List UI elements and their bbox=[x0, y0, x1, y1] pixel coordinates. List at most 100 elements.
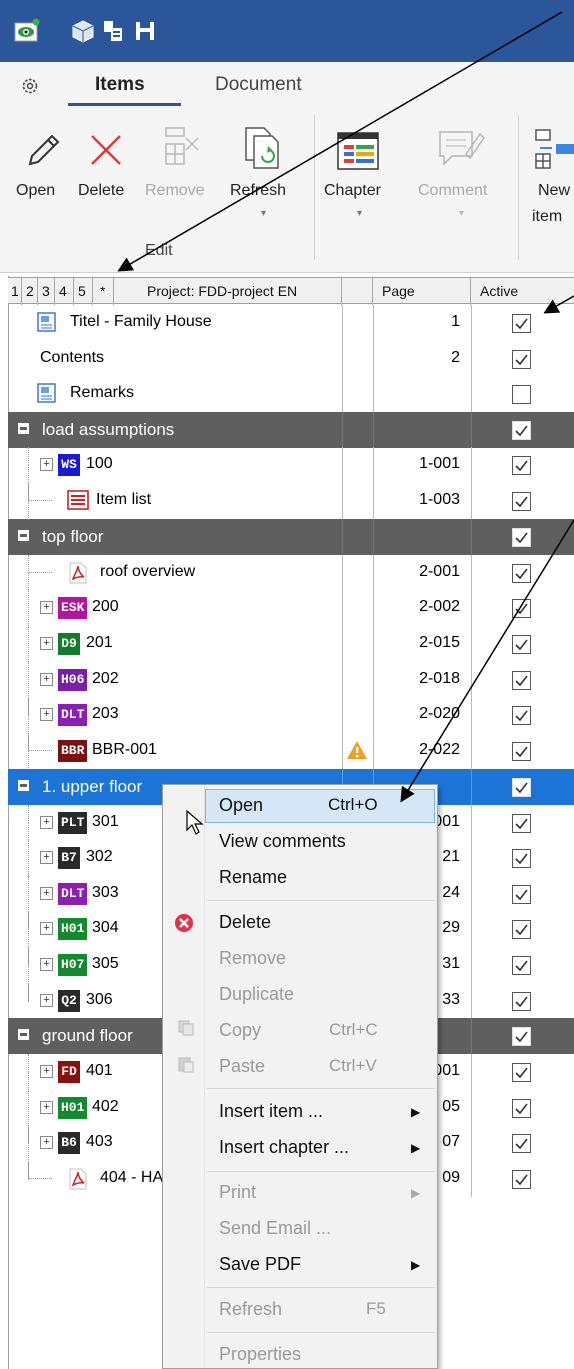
table-row[interactable]: Titel - Family House 1 bbox=[8, 305, 574, 341]
active-checkbox[interactable] bbox=[512, 671, 531, 690]
active-checkbox[interactable] bbox=[512, 421, 531, 440]
active-checkbox[interactable] bbox=[512, 742, 531, 761]
expand-icon[interactable]: + bbox=[40, 673, 53, 686]
menu-item-insert-chapter[interactable]: Insert chapter ... bbox=[219, 1137, 349, 1158]
active-checkbox[interactable] bbox=[512, 814, 531, 833]
tab-items[interactable]: Items bbox=[95, 74, 145, 96]
chapter-button[interactable]: Chapter bbox=[324, 178, 381, 204]
level-all-button[interactable]: * bbox=[93, 278, 114, 305]
active-checkbox[interactable] bbox=[512, 778, 531, 797]
table-row[interactable]: + H06 202 2-018 bbox=[8, 662, 574, 698]
open-button[interactable]: Open bbox=[16, 178, 55, 204]
comment-dropdown-icon[interactable]: ▾ bbox=[459, 208, 464, 219]
new-item-button-line2[interactable]: item bbox=[532, 204, 562, 230]
page-number: 1-001 bbox=[419, 455, 460, 472]
active-checkbox[interactable] bbox=[512, 920, 531, 939]
table-row[interactable]: Item list 1-003 bbox=[8, 483, 574, 519]
level-5-button[interactable]: 5 bbox=[74, 278, 93, 305]
chapter-row[interactable]: load assumptions bbox=[8, 412, 574, 448]
expand-icon[interactable]: + bbox=[40, 816, 53, 829]
active-checkbox[interactable] bbox=[512, 350, 531, 369]
menu-item-insert-item[interactable]: Insert item ... bbox=[219, 1101, 323, 1122]
menu-item-remove[interactable]: Remove bbox=[219, 948, 286, 969]
active-checkbox[interactable] bbox=[512, 706, 531, 725]
menu-item-paste[interactable]: Paste bbox=[219, 1056, 265, 1077]
active-checkbox[interactable] bbox=[512, 956, 531, 975]
app-eye-icon[interactable] bbox=[14, 18, 40, 44]
collapse-icon[interactable] bbox=[18, 530, 29, 541]
expand-icon[interactable]: + bbox=[40, 708, 53, 721]
active-checkbox[interactable] bbox=[512, 1134, 531, 1153]
menu-item-refresh[interactable]: Refresh bbox=[219, 1299, 282, 1320]
active-checkbox[interactable] bbox=[512, 385, 531, 404]
menu-item-save-pdf[interactable]: Save PDF bbox=[219, 1254, 301, 1275]
expand-icon[interactable]: + bbox=[40, 637, 53, 650]
table-row[interactable]: roof overview 2-001 bbox=[8, 555, 574, 591]
active-checkbox[interactable] bbox=[512, 1027, 531, 1046]
menu-item-view-comments[interactable]: View comments bbox=[219, 831, 346, 852]
expand-icon[interactable]: + bbox=[40, 922, 53, 935]
menu-item-print[interactable]: Print bbox=[219, 1182, 256, 1203]
menu-item-rename[interactable]: Rename bbox=[219, 867, 287, 888]
refresh-button[interactable]: Refresh bbox=[230, 178, 286, 204]
active-checkbox[interactable] bbox=[512, 635, 531, 654]
active-checkbox[interactable] bbox=[512, 1170, 531, 1189]
menu-item-delete[interactable]: Delete bbox=[219, 912, 271, 933]
active-checkbox[interactable] bbox=[512, 599, 531, 618]
active-checkbox[interactable] bbox=[512, 492, 531, 511]
remove-button[interactable]: Remove bbox=[145, 178, 205, 204]
active-column-header[interactable]: Active bbox=[471, 278, 574, 305]
table-row[interactable]: Remarks bbox=[8, 376, 574, 412]
new-item-button-line1[interactable]: New bbox=[538, 178, 570, 204]
table-row[interactable]: + DLT 203 2-020 bbox=[8, 697, 574, 733]
expand-icon[interactable]: + bbox=[40, 958, 53, 971]
chapter-row[interactable]: top floor bbox=[8, 519, 574, 555]
active-checkbox[interactable] bbox=[512, 564, 531, 583]
level-1-button[interactable]: 1 bbox=[8, 278, 22, 305]
active-checkbox[interactable] bbox=[512, 456, 531, 475]
level-4-button[interactable]: 4 bbox=[55, 278, 74, 305]
expand-icon[interactable]: + bbox=[40, 994, 53, 1007]
comment-button[interactable]: Comment bbox=[418, 178, 487, 204]
expand-icon[interactable]: + bbox=[40, 887, 53, 900]
page-column-header[interactable]: Page bbox=[373, 278, 471, 305]
expand-icon[interactable]: + bbox=[40, 601, 53, 614]
check-icon bbox=[515, 354, 528, 366]
table-row[interactable]: + WS 100 1-001 bbox=[8, 447, 574, 483]
expand-icon[interactable]: + bbox=[40, 1101, 53, 1114]
active-checkbox[interactable] bbox=[512, 1099, 531, 1118]
refresh-dropdown-icon[interactable]: ▾ bbox=[261, 208, 266, 219]
collapse-icon[interactable] bbox=[18, 780, 29, 791]
expand-icon[interactable]: + bbox=[40, 458, 53, 471]
table-row[interactable]: + D9 201 2-015 bbox=[8, 626, 574, 662]
gear-icon[interactable] bbox=[20, 76, 40, 96]
active-checkbox[interactable] bbox=[512, 849, 531, 868]
menu-item-send-email[interactable]: Send Email ... bbox=[219, 1218, 331, 1239]
menu-item-properties[interactable]: Properties bbox=[219, 1344, 301, 1365]
expand-icon[interactable]: + bbox=[40, 1065, 53, 1078]
cube-icon[interactable] bbox=[70, 18, 96, 44]
menu-item-open[interactable]: Open bbox=[219, 795, 263, 816]
delete-button[interactable]: Delete bbox=[78, 178, 124, 204]
active-checkbox[interactable] bbox=[512, 885, 531, 904]
active-checkbox[interactable] bbox=[512, 528, 531, 547]
tab-document[interactable]: Document bbox=[215, 74, 302, 96]
active-checkbox[interactable] bbox=[512, 1063, 531, 1082]
level-2-button[interactable]: 2 bbox=[22, 278, 38, 305]
table-row[interactable]: BBR BBR-001 2-022 bbox=[8, 733, 574, 769]
menu-item-duplicate[interactable]: Duplicate bbox=[219, 984, 294, 1005]
active-checkbox[interactable] bbox=[512, 314, 531, 333]
save-icon[interactable] bbox=[132, 18, 158, 44]
table-row[interactable]: Contents 2 bbox=[8, 341, 574, 377]
expand-icon[interactable]: + bbox=[40, 851, 53, 864]
table-row[interactable]: + ESK 200 2-002 bbox=[8, 590, 574, 626]
menu-item-copy[interactable]: Copy bbox=[219, 1020, 261, 1041]
chapter-dropdown-icon[interactable]: ▾ bbox=[357, 208, 362, 219]
collapse-icon[interactable] bbox=[18, 1029, 29, 1040]
active-checkbox[interactable] bbox=[512, 992, 531, 1011]
document-tree-icon[interactable] bbox=[100, 18, 126, 44]
expand-icon[interactable]: + bbox=[40, 1136, 53, 1149]
project-header[interactable]: Project: FDD-project EN bbox=[114, 278, 342, 305]
level-3-button[interactable]: 3 bbox=[38, 278, 55, 305]
collapse-icon[interactable] bbox=[18, 423, 29, 434]
